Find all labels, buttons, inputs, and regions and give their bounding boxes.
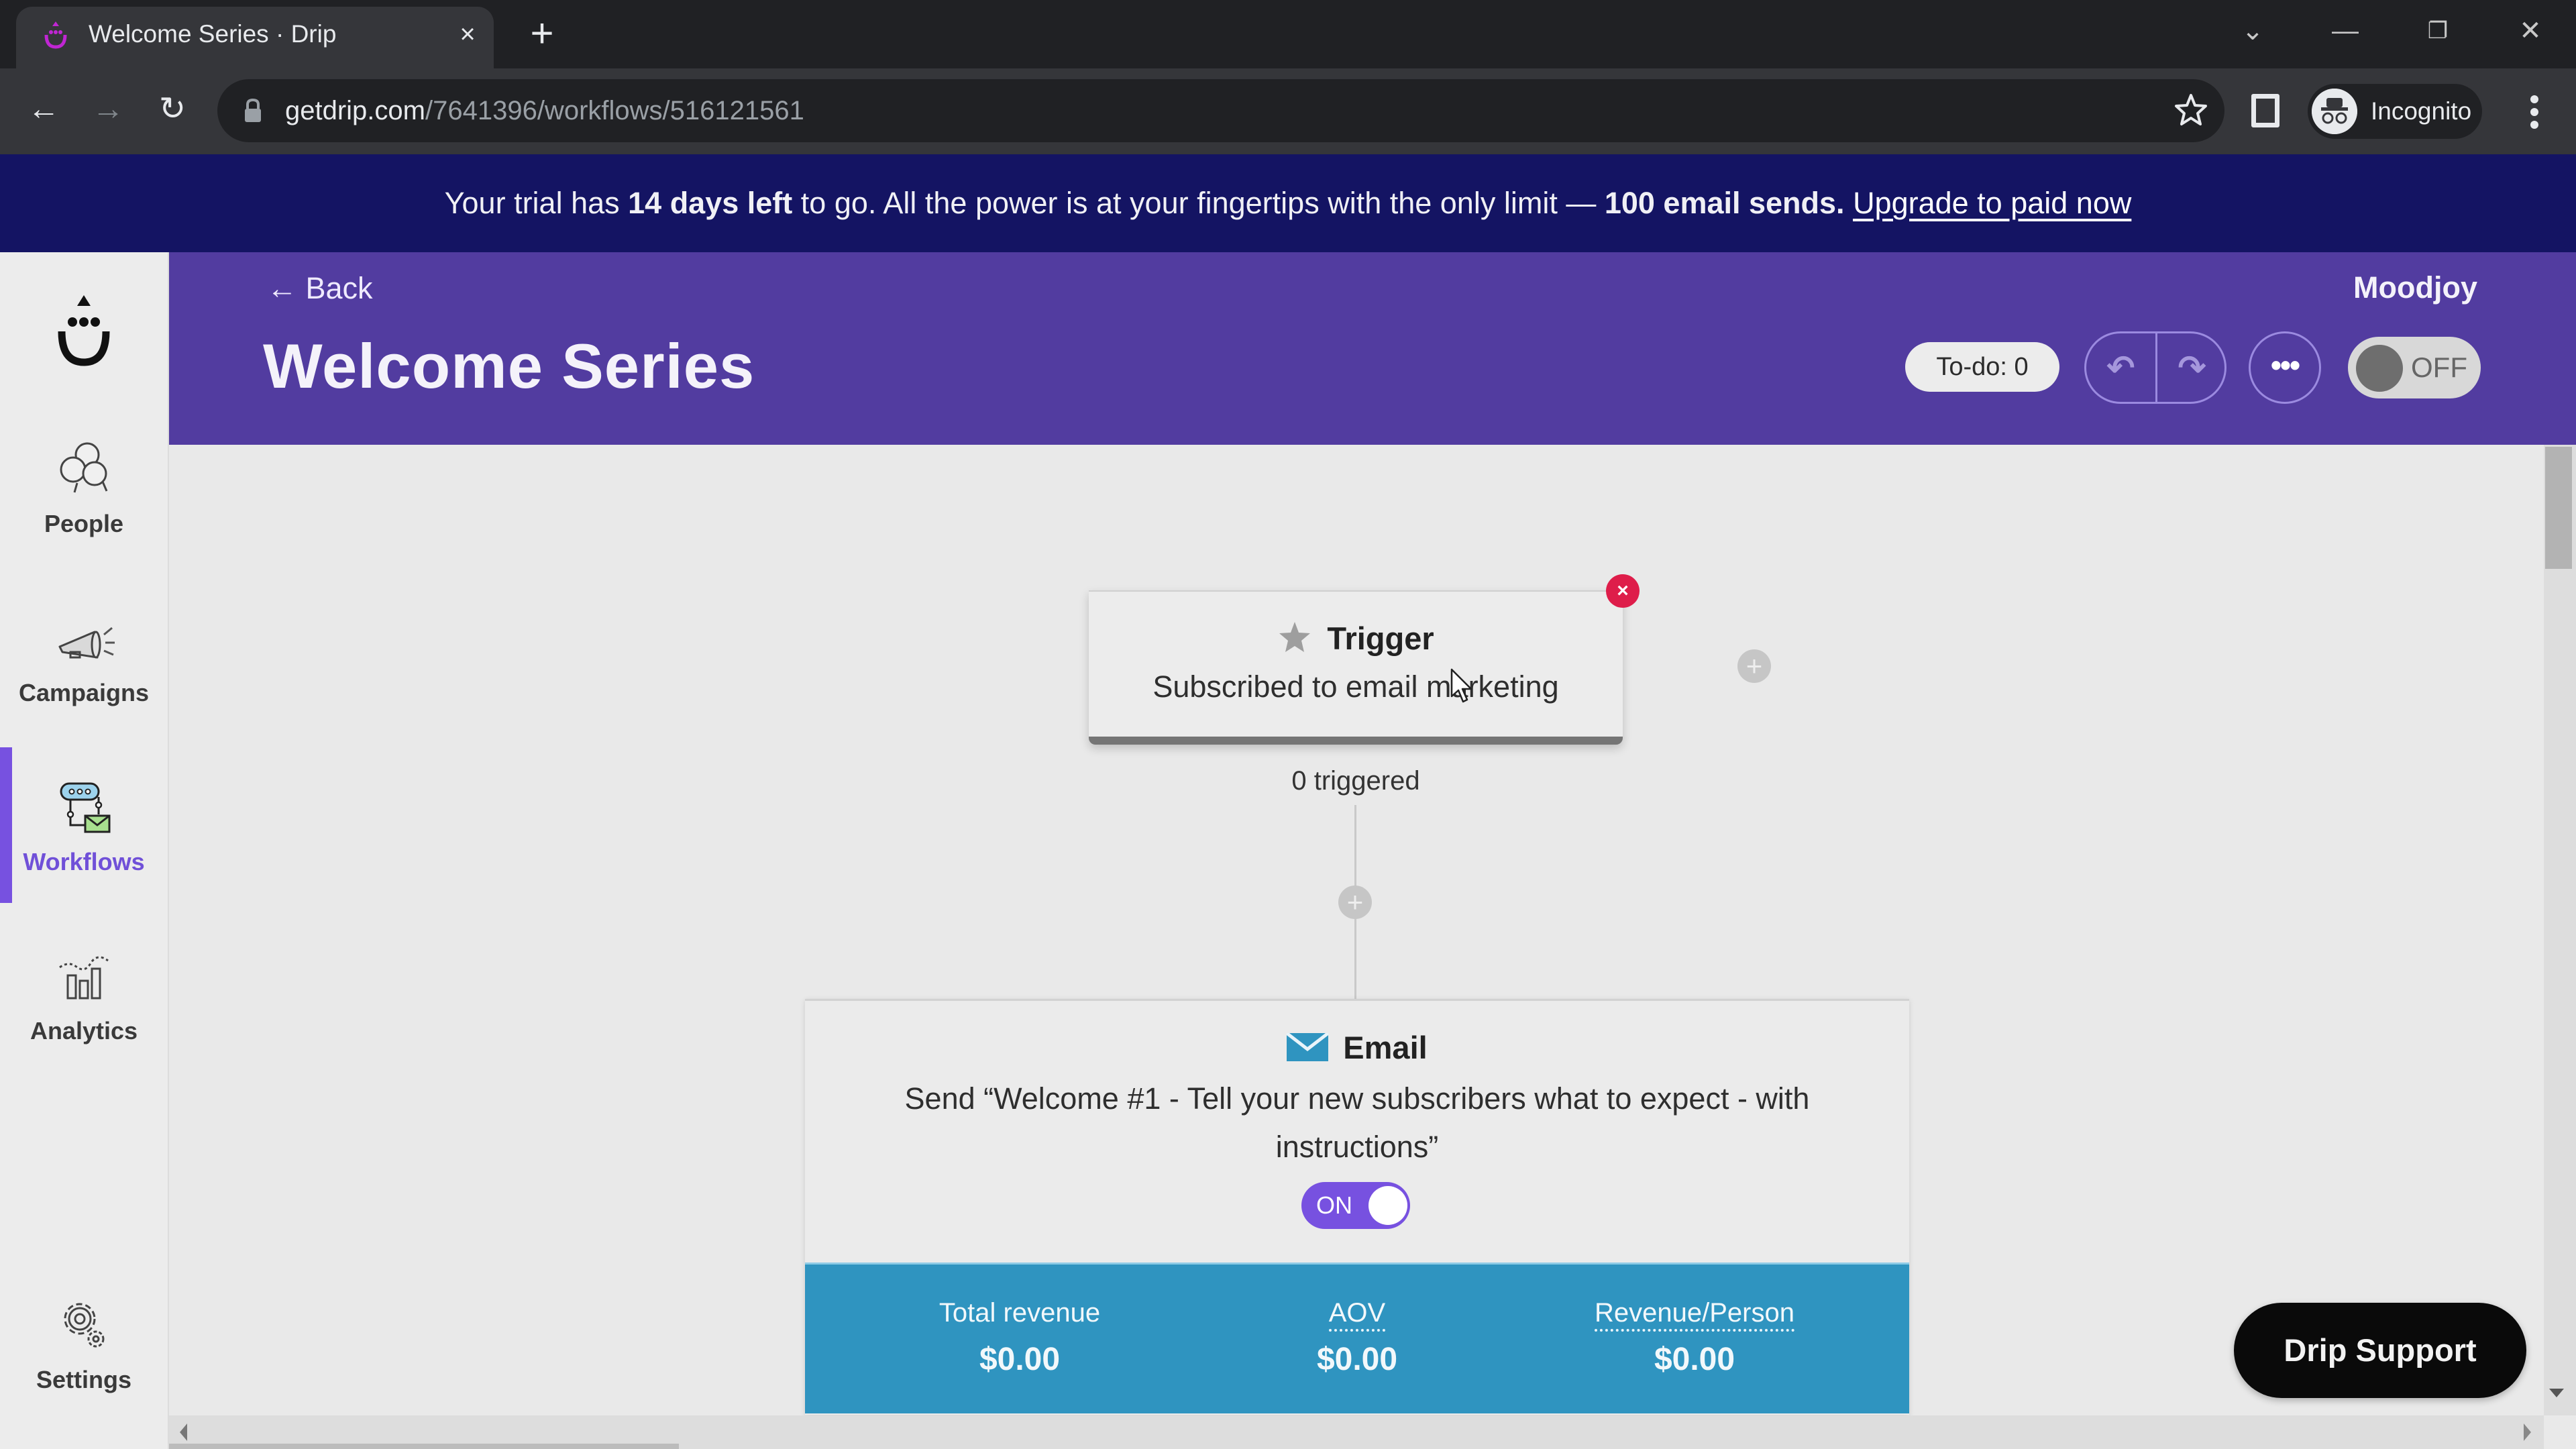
triggered-count: 0 triggered xyxy=(1291,766,1420,796)
sidebar-item-label: Campaigns xyxy=(18,679,150,706)
mouse-cursor-icon xyxy=(1450,668,1472,703)
redo-button[interactable]: ↷ xyxy=(2157,333,2226,402)
more-options-button[interactable]: ••• xyxy=(2249,331,2321,404)
banner-send-limit: 100 email sends. xyxy=(1604,186,1845,220)
banner-text: to go. All the power is at your fingerti… xyxy=(792,186,1605,220)
back-link[interactable]: ← Back xyxy=(267,268,373,309)
back-nav-button[interactable]: ← xyxy=(20,86,67,133)
lock-icon[interactable] xyxy=(243,98,263,123)
side-panel-icon[interactable] xyxy=(2251,94,2279,127)
drip-favicon-icon xyxy=(44,21,67,49)
incognito-label: Incognito xyxy=(2371,97,2472,125)
page-title: Welcome Series xyxy=(263,331,755,401)
sidebar-item-label: Workflows xyxy=(23,848,145,875)
envelope-icon xyxy=(1287,1033,1329,1061)
banner-text: Your trial has xyxy=(444,186,629,220)
stat-value: $0.00 xyxy=(1654,1342,1735,1377)
sidebar-item-label: People xyxy=(44,510,124,537)
scroll-left-arrow-icon[interactable] xyxy=(180,1424,187,1441)
trigger-title: Trigger xyxy=(1327,621,1434,656)
undo-button[interactable]: ↶ xyxy=(2086,333,2155,402)
stat-value: $0.00 xyxy=(979,1342,1061,1377)
scroll-right-arrow-icon[interactable] xyxy=(2524,1424,2531,1441)
trigger-description: Subscribed to email marketing xyxy=(1152,669,1559,704)
trial-banner: Your trial has 14 days left to go. All t… xyxy=(0,154,2576,252)
stat-label[interactable]: Revenue/Person xyxy=(1527,1293,1862,1333)
email-heading: Email xyxy=(805,1026,1909,1069)
restore-button[interactable]: ❐ xyxy=(2411,11,2465,51)
forward-nav-button[interactable]: → xyxy=(85,86,131,133)
sidebar-item-campaigns[interactable]: Campaigns xyxy=(0,592,168,746)
sidebar-item-people[interactable]: People xyxy=(0,423,168,577)
toggle-knob xyxy=(1368,1186,1407,1225)
stat-label[interactable]: AOV xyxy=(1189,1293,1525,1333)
stat-label-text[interactable]: Revenue/Person xyxy=(1595,1298,1794,1332)
add-trigger-button[interactable]: + xyxy=(1737,649,1771,683)
email-title: Email xyxy=(1343,1030,1428,1065)
stat-label: Total revenue xyxy=(938,1298,1101,1328)
scroll-down-arrow-icon[interactable] xyxy=(2549,1389,2564,1397)
tab-close-button[interactable]: × xyxy=(451,17,484,51)
email-description: Send “Welcome #1 - Tell your new subscri… xyxy=(904,1081,1810,1164)
remove-trigger-button[interactable]: × xyxy=(1606,574,1640,608)
sidebar-item-label: Analytics xyxy=(30,1017,138,1044)
reload-button[interactable]: ↻ xyxy=(149,86,196,133)
todo-counter-button[interactable]: To-do: 0 xyxy=(1905,342,2059,392)
undo-redo-group: ↶ ↷ xyxy=(2084,331,2226,404)
bookmark-star-icon[interactable] xyxy=(2171,90,2211,130)
horizontal-scrollbar-thumb[interactable] xyxy=(169,1444,679,1449)
analytics-icon xyxy=(59,956,109,1000)
new-tab-button[interactable]: + xyxy=(522,13,562,54)
tab-title: Welcome Series · Drip xyxy=(89,20,337,48)
minimize-button[interactable]: — xyxy=(2318,11,2372,51)
sidebar-item-workflows[interactable]: Workflows xyxy=(0,761,168,915)
people-icon xyxy=(60,442,108,493)
star-icon xyxy=(1279,622,1311,652)
window-close-button[interactable]: ✕ xyxy=(2504,11,2557,51)
trigger-heading: Trigger xyxy=(1089,617,1623,660)
upgrade-link[interactable]: Upgrade to paid now xyxy=(1853,186,2131,220)
tab-search-button[interactable]: ⌄ xyxy=(2226,11,2279,51)
browser-menu-icon[interactable] xyxy=(2516,89,2553,136)
url-text[interactable]: getdrip.com/7641396/workflows/516121561 xyxy=(285,93,804,129)
add-step-button[interactable]: + xyxy=(1338,885,1372,919)
workflow-icon xyxy=(60,782,111,833)
stat-value: $0.00 xyxy=(1316,1342,1398,1377)
toggle-label: ON xyxy=(1316,1191,1352,1219)
banner-spacer xyxy=(1845,186,1854,220)
megaphone-icon xyxy=(58,627,115,659)
drip-logo-icon[interactable] xyxy=(47,287,121,374)
vertical-scrollbar[interactable] xyxy=(2544,445,2576,1415)
toggle-knob xyxy=(2356,345,2403,392)
sidebar-item-analytics[interactable]: Analytics xyxy=(0,930,168,1084)
url-host: getdrip.com xyxy=(285,96,425,125)
sidebar-item-settings[interactable]: Settings xyxy=(0,1279,168,1433)
url-path: /7641396/workflows/516121561 xyxy=(425,96,804,125)
sidebar-item-label: Settings xyxy=(36,1366,131,1393)
revenue-stats: Total revenue $0.00 AOV $0.00 Revenue/Pe… xyxy=(805,1263,1909,1413)
toggle-label: OFF xyxy=(2411,352,2467,383)
gear-icon xyxy=(64,1303,105,1348)
stat-label-text[interactable]: AOV xyxy=(1328,1298,1386,1332)
vertical-scrollbar-thumb[interactable] xyxy=(2545,447,2572,569)
banner-days-left: 14 days left xyxy=(628,186,793,220)
account-name[interactable]: Moodjoy xyxy=(2353,267,2477,309)
drip-support-button[interactable]: Drip Support xyxy=(2234,1303,2526,1398)
incognito-icon xyxy=(2312,89,2357,134)
